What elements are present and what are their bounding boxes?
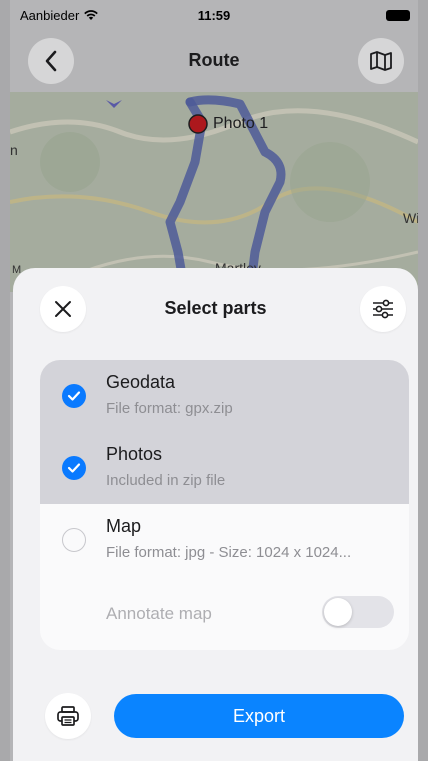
sheet-title: Select parts [164, 297, 267, 318]
toggle-knob [324, 598, 352, 626]
close-icon [55, 301, 71, 317]
annotate-map-label: Annotate map [106, 604, 212, 623]
carrier-name: Aanbieder [20, 7, 80, 23]
option-subtitle: File format: jpg - Size: 1024 x 1024... [106, 544, 352, 561]
option-photos[interactable]: Photos Included in zip file [40, 432, 409, 504]
battery-icon [386, 9, 410, 21]
carrier: Aanbieder [20, 8, 99, 23]
option-geodata[interactable]: Geodata File format: gpx.zip [40, 360, 409, 432]
parts-card: Geodata File format: gpx.zip Photos Incl… [40, 360, 409, 650]
print-button[interactable] [45, 693, 91, 739]
option-name: Geodata [106, 372, 176, 392]
option-subtitle: Included in zip file [106, 472, 226, 489]
screen: Aanbieder 11:59 Route Photo 1 W n M Sele… [0, 0, 428, 761]
map-button[interactable] [358, 38, 404, 84]
checkmark-icon [62, 384, 86, 408]
option-subtitle: File format: gpx.zip [106, 400, 233, 417]
annotate-map-row: Annotate map [40, 576, 409, 650]
back-button[interactable] [28, 38, 74, 84]
map-icon [370, 51, 392, 71]
options-button[interactable] [360, 286, 406, 332]
printer-icon [57, 706, 79, 726]
unchecked-circle-icon [62, 528, 86, 552]
select-parts-sheet: Select parts Geodata File format: gpx.zi… [13, 268, 418, 761]
status-bar: Aanbieder 11:59 [10, 0, 418, 30]
sliders-icon [373, 299, 393, 319]
wifi-icon [84, 10, 99, 20]
navigation-bar: Route [10, 30, 418, 90]
checkmark-icon [62, 456, 86, 480]
page-title: Route [188, 49, 240, 70]
export-button[interactable]: Export [114, 694, 404, 738]
close-button[interactable] [40, 286, 86, 332]
option-name: Photos [106, 444, 163, 464]
annotate-map-toggle[interactable] [322, 596, 394, 628]
chevron-left-icon [45, 50, 57, 72]
option-name: Map [106, 516, 142, 536]
option-map[interactable]: Map File format: jpg - Size: 1024 x 1024… [40, 504, 409, 576]
